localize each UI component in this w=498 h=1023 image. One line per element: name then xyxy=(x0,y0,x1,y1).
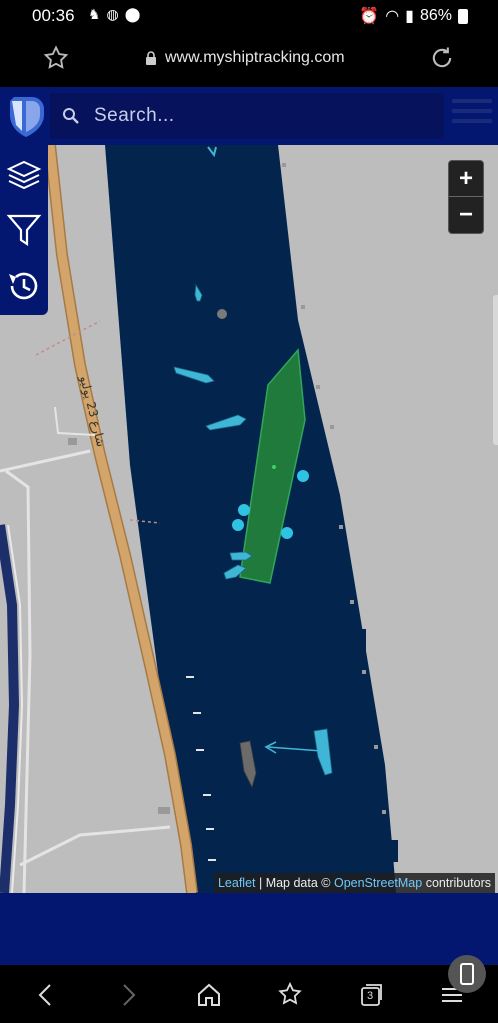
tab-count: 3 xyxy=(367,990,374,1002)
wifi-icon: ◠ xyxy=(385,8,400,25)
zoom-out-button[interactable]: − xyxy=(449,197,483,233)
search-input[interactable] xyxy=(94,103,434,129)
signal-icon: ▮ xyxy=(405,8,414,25)
vessel-dot xyxy=(281,527,293,539)
zoom-control: + − xyxy=(448,160,484,234)
vessel-dot xyxy=(238,504,250,516)
url-text: www.myshiptracking.com xyxy=(165,49,345,66)
leaflet-link[interactable]: Leaflet xyxy=(218,876,256,890)
status-bar: 00:36 ♞◍⬤ ⏰ ◠ ▮ 86% xyxy=(0,0,498,32)
address-bar[interactable]: www.myshiptracking.com xyxy=(145,49,345,67)
back-icon[interactable] xyxy=(32,981,60,1009)
page-footer-band xyxy=(0,893,498,965)
notification-icons: ♞◍⬤ xyxy=(88,6,147,22)
map-canvas: شارع 23 يوليو xyxy=(0,145,398,893)
alarm-icon: ⏰ xyxy=(359,8,380,25)
attribution-suffix: contributors xyxy=(422,876,491,890)
app-header xyxy=(0,87,498,145)
mobile-view-button[interactable] xyxy=(448,955,486,993)
forward-icon[interactable] xyxy=(114,981,142,1009)
battery-icon xyxy=(458,8,468,24)
side-canal xyxy=(0,524,20,893)
bookmarks-icon[interactable] xyxy=(276,981,304,1009)
street-label: شارع 23 يوليو xyxy=(76,373,108,448)
phone-icon xyxy=(460,963,474,985)
bookmark-star-icon[interactable] xyxy=(42,44,70,72)
scroll-handle[interactable] xyxy=(493,295,498,445)
browser-toolbar: www.myshiptracking.com xyxy=(0,32,498,87)
vessel-dot-grey xyxy=(217,309,227,319)
myshiptracking-logo[interactable] xyxy=(6,93,46,139)
osm-link[interactable]: OpenStreetMap xyxy=(334,876,422,890)
map-view[interactable]: شارع 23 يوليو xyxy=(0,145,498,893)
map-attribution: Leaflet | Map data © OpenStreetMap contr… xyxy=(213,873,495,893)
history-icon[interactable] xyxy=(6,268,42,304)
search-box xyxy=(50,93,444,139)
vessel-dot xyxy=(297,470,309,482)
attribution-separator: | Map data © xyxy=(255,876,334,890)
zoom-in-button[interactable]: + xyxy=(449,161,483,197)
search-icon xyxy=(63,108,79,124)
layers-icon[interactable] xyxy=(6,157,42,193)
filter-icon[interactable] xyxy=(6,212,42,248)
clock: 00:36 xyxy=(32,6,75,25)
map-sidebar xyxy=(0,145,48,315)
hamburger-menu-button[interactable] xyxy=(452,99,492,133)
home-icon[interactable] xyxy=(195,981,223,1009)
tabs-button[interactable]: 3 xyxy=(357,981,385,1009)
system-icons: ⏰ ◠ ▮ 86% xyxy=(359,6,468,26)
lock-icon xyxy=(146,51,156,65)
reload-icon[interactable] xyxy=(428,44,456,72)
browser-navbar: 3 xyxy=(0,965,498,1023)
vessel-dot xyxy=(232,519,244,531)
battery-percent: 86% xyxy=(419,7,452,24)
